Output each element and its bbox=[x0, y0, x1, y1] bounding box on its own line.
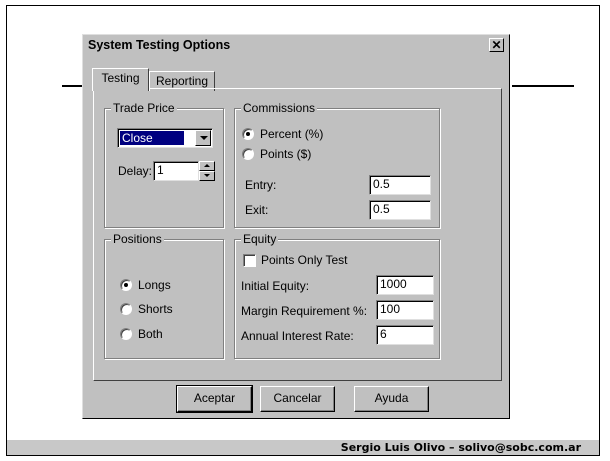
chevron-down-icon[interactable] bbox=[195, 130, 211, 146]
tab-testing[interactable]: Testing bbox=[92, 68, 149, 91]
footer-bar: Sergio Luis Olivo – solivo@sobc.com.ar bbox=[7, 440, 599, 455]
points-only-checkbox[interactable] bbox=[243, 254, 256, 267]
margin-requirement-input[interactable]: 100 bbox=[376, 300, 434, 320]
trade-price-select[interactable]: Close bbox=[117, 128, 213, 148]
equity-group: Equity Points Only Test Initial Equity: … bbox=[234, 232, 440, 359]
help-button-label: Ayuda bbox=[374, 391, 409, 405]
delay-input[interactable]: 1 bbox=[153, 161, 199, 181]
exit-label: Exit: bbox=[245, 203, 269, 217]
points-radio-label[interactable]: Points ($) bbox=[260, 147, 311, 161]
footer-credit: Sergio Luis Olivo – solivo@sobc.com.ar bbox=[340, 441, 581, 454]
percent-radio[interactable] bbox=[242, 128, 254, 140]
entry-input[interactable]: 0.5 bbox=[369, 175, 431, 195]
close-icon: ✕ bbox=[491, 38, 502, 52]
system-testing-options-dialog: System Testing Options ✕ Testing Reporti… bbox=[82, 34, 510, 419]
ok-button-label: Aceptar bbox=[193, 391, 236, 405]
both-radio-label[interactable]: Both bbox=[138, 327, 163, 341]
dialog-title: System Testing Options bbox=[88, 38, 231, 52]
delay-label: Delay: bbox=[118, 164, 153, 178]
help-button[interactable]: Ayuda bbox=[354, 386, 429, 412]
decorative-line-left bbox=[62, 85, 84, 87]
annual-interest-rate-value: 6 bbox=[380, 327, 387, 341]
initial-equity-input[interactable]: 1000 bbox=[376, 275, 434, 295]
shorts-radio[interactable] bbox=[120, 303, 132, 315]
trade-price-selected-value: Close bbox=[120, 131, 184, 145]
ok-button[interactable]: Aceptar bbox=[176, 385, 253, 413]
margin-requirement-value: 100 bbox=[380, 302, 401, 316]
dialog-titlebar[interactable]: System Testing Options ✕ bbox=[85, 37, 507, 55]
trade-price-legend: Trade Price bbox=[111, 101, 177, 115]
decorative-line-right bbox=[512, 85, 574, 87]
longs-radio-label[interactable]: Longs bbox=[138, 278, 171, 292]
commissions-legend: Commissions bbox=[241, 101, 318, 115]
annual-interest-rate-input[interactable]: 6 bbox=[376, 325, 434, 345]
spin-up-icon[interactable] bbox=[199, 161, 215, 171]
delay-value: 1 bbox=[157, 163, 164, 177]
commissions-group: Commissions Percent (%) Points ($) Entry… bbox=[234, 101, 440, 228]
longs-radio[interactable] bbox=[120, 279, 132, 291]
percent-radio-label[interactable]: Percent (%) bbox=[260, 127, 323, 141]
cancel-button-label: Cancelar bbox=[273, 391, 322, 405]
cancel-button[interactable]: Cancelar bbox=[260, 386, 335, 412]
entry-label: Entry: bbox=[245, 178, 277, 192]
trade-price-group: Trade Price Close Delay: 1 bbox=[104, 101, 224, 228]
delay-stepper[interactable] bbox=[199, 161, 215, 181]
entry-value: 0.5 bbox=[373, 177, 390, 191]
testing-tab-panel: Trade Price Close Delay: 1 Commissions P… bbox=[93, 88, 502, 381]
tab-testing-label: Testing bbox=[101, 71, 140, 85]
exit-input[interactable]: 0.5 bbox=[369, 200, 431, 220]
margin-requirement-label: Margin Requirement %: bbox=[241, 304, 368, 318]
annual-interest-rate-label: Annual Interest Rate: bbox=[241, 329, 354, 343]
exit-value: 0.5 bbox=[373, 202, 390, 216]
both-radio[interactable] bbox=[120, 328, 132, 340]
spin-down-icon[interactable] bbox=[199, 171, 215, 181]
close-button[interactable]: ✕ bbox=[489, 38, 504, 52]
equity-legend: Equity bbox=[241, 232, 279, 246]
positions-group: Positions Longs Shorts Both bbox=[104, 232, 224, 359]
points-radio[interactable] bbox=[242, 148, 254, 160]
shorts-radio-label[interactable]: Shorts bbox=[138, 302, 173, 316]
positions-legend: Positions bbox=[111, 232, 164, 246]
tab-reporting-label: Reporting bbox=[155, 74, 209, 88]
initial-equity-label: Initial Equity: bbox=[241, 279, 310, 293]
points-only-label[interactable]: Points Only Test bbox=[261, 253, 347, 267]
initial-equity-value: 1000 bbox=[380, 277, 407, 291]
